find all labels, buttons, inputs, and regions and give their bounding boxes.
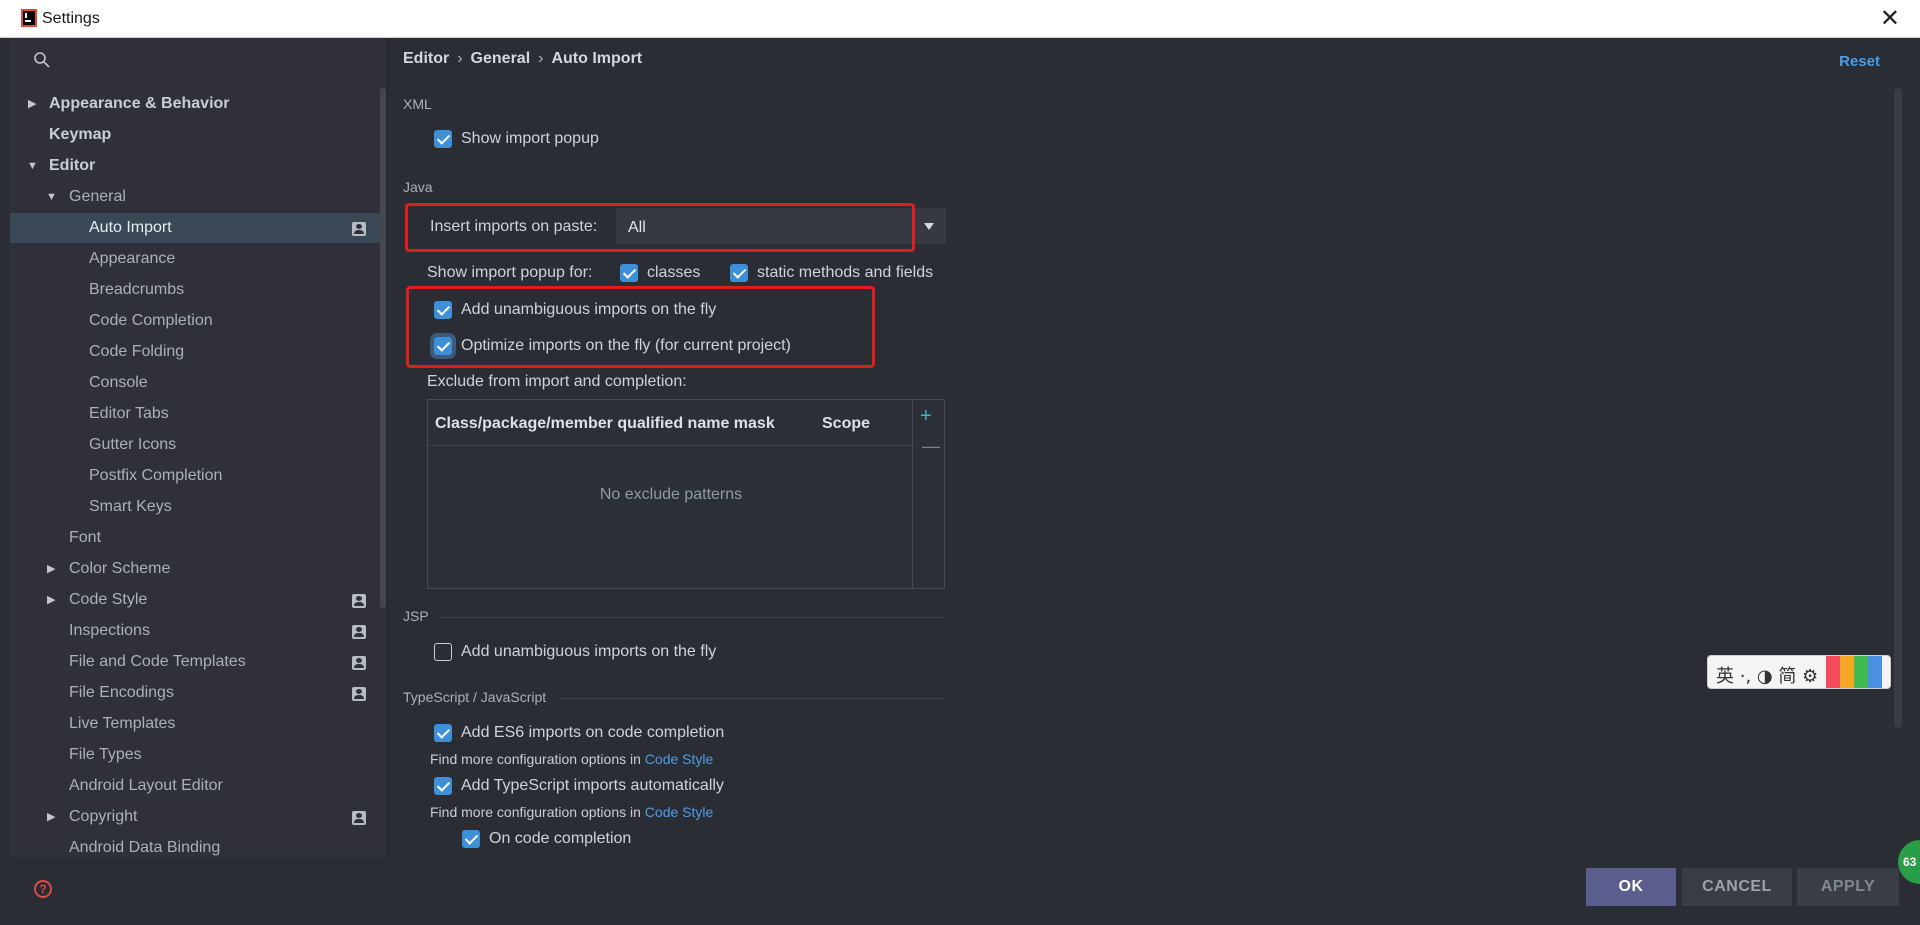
project-scope-icon	[352, 222, 366, 236]
section-divider	[439, 617, 945, 618]
section-xml: XML	[403, 96, 432, 112]
sidebar-item-keymap[interactable]: Keymap	[10, 120, 380, 150]
sidebar-item-postfix-completion[interactable]: Postfix Completion	[10, 461, 380, 491]
sidebar-item-code-style[interactable]: ▶ Code Style	[10, 585, 380, 615]
project-scope-icon	[352, 625, 366, 639]
show-popup-for-label: Show import popup for:	[427, 264, 593, 281]
sidebar-item-code-completion[interactable]: Code Completion	[10, 306, 380, 336]
sidebar-item-appearance-behavior[interactable]: ▶ Appearance & Behavior	[10, 89, 380, 119]
code-style-link[interactable]: Code Style	[645, 751, 713, 767]
sidebar-item-file-types[interactable]: File Types	[10, 740, 380, 770]
add-icon[interactable]: +	[920, 405, 932, 428]
checkbox-checked-icon	[434, 777, 452, 795]
dialog-button-bar: ? OK CANCEL APPLY	[10, 858, 1920, 918]
sidebar-item-smart-keys[interactable]: Smart Keys	[10, 492, 380, 522]
section-java: Java	[403, 179, 433, 195]
code-style-link[interactable]: Code Style	[645, 804, 713, 820]
sidebar-item-editor[interactable]: ▼ Editor	[10, 151, 380, 181]
column-header-scope[interactable]: Scope	[822, 415, 870, 433]
find-more-hint-2: Find more configuration options in Code …	[430, 804, 714, 820]
chevron-right-icon: ▶	[28, 98, 37, 110]
table-header: Class/package/member qualified name mask…	[428, 400, 914, 446]
section-divider	[562, 698, 945, 699]
sidebar-item-font[interactable]: Font	[10, 523, 380, 553]
ok-button[interactable]: OK	[1586, 868, 1676, 906]
chevron-right-icon: ▶	[47, 811, 56, 823]
ime-color-stripes	[1826, 656, 1882, 688]
settings-sidebar: ▶ Appearance & Behavior Keymap ▼ Editor …	[10, 38, 388, 858]
ime-toolbar[interactable]: 英 ·, ◑ 简 ⚙	[1707, 655, 1891, 689]
checkbox-checked-icon	[434, 130, 452, 148]
table-toolbar: + —	[912, 400, 944, 588]
section-typescript-javascript: TypeScript / JavaScript	[403, 689, 547, 705]
auto-import-settings-panel: Editor › General › Auto Import Reset XML Sho…	[389, 38, 1920, 858]
static-methods-checkbox[interactable]: static methods and fields	[730, 264, 933, 282]
exclude-label: Exclude from import and completion:	[427, 373, 687, 390]
cancel-button[interactable]: CANCEL	[1682, 868, 1792, 906]
help-icon[interactable]: ?	[34, 880, 52, 898]
main-scrollbar[interactable]	[1894, 88, 1902, 728]
checkbox-checked-icon	[434, 724, 452, 742]
sidebar-item-inspections[interactable]: Inspections	[10, 616, 380, 646]
sidebar-item-file-encodings[interactable]: File Encodings	[10, 678, 380, 708]
project-scope-icon	[352, 687, 366, 701]
remove-icon[interactable]: —	[922, 436, 940, 457]
sidebar-item-editor-tabs[interactable]: Editor Tabs	[10, 399, 380, 429]
dropdown-arrow-icon	[924, 223, 934, 230]
find-more-hint-1: Find more configuration options in Code …	[430, 751, 714, 767]
highlight-box-insert-imports	[405, 203, 915, 252]
title-bar: Settings ✕	[0, 0, 1920, 38]
project-scope-icon	[352, 811, 366, 825]
window-title: Settings	[42, 10, 100, 27]
chevron-down-icon: ▼	[46, 191, 57, 203]
on-code-completion-checkbox[interactable]: On code completion	[462, 830, 631, 848]
sidebar-item-file-code-templates[interactable]: File and Code Templates	[10, 647, 380, 677]
close-icon[interactable]: ✕	[1880, 4, 1900, 33]
breadcrumb-general: General	[470, 50, 531, 67]
highlight-box-fly-imports	[406, 286, 875, 368]
breadcrumb-auto-import: Auto Import	[551, 50, 643, 67]
sidebar-item-general[interactable]: ▼ General	[10, 182, 380, 212]
checkbox-checked-icon	[730, 264, 748, 282]
section-jsp: JSP	[403, 608, 429, 624]
exclude-patterns-table: Class/package/member qualified name mask…	[427, 399, 945, 589]
sidebar-item-breadcrumbs[interactable]: Breadcrumbs	[10, 275, 380, 305]
sidebar-item-auto-import[interactable]: Auto Import	[10, 213, 380, 243]
breadcrumb: Editor › General › Auto Import	[403, 50, 643, 67]
checkbox-unchecked-icon	[434, 643, 452, 661]
sidebar-item-gutter-icons[interactable]: Gutter Icons	[10, 430, 380, 460]
classes-checkbox[interactable]: classes	[620, 264, 700, 282]
sidebar-item-code-folding[interactable]: Code Folding	[10, 337, 380, 367]
breadcrumb-editor: Editor	[403, 50, 450, 67]
sidebar-item-android-layout-editor[interactable]: Android Layout Editor	[10, 771, 380, 801]
chevron-right-icon: ▶	[47, 563, 56, 575]
add-es6-imports-checkbox[interactable]: Add ES6 imports on code completion	[434, 724, 724, 742]
show-import-popup-xml-checkbox[interactable]: Show import popup	[434, 130, 599, 148]
checkbox-checked-icon	[620, 264, 638, 282]
search-icon[interactable]	[32, 50, 52, 70]
sidebar-scrollbar[interactable]	[380, 88, 386, 608]
checkbox-checked-icon	[462, 830, 480, 848]
column-header-mask[interactable]: Class/package/member qualified name mask	[435, 415, 775, 433]
empty-table-message: No exclude patterns	[599, 486, 743, 503]
intellij-app-icon	[21, 9, 37, 27]
sidebar-item-color-scheme[interactable]: ▶ Color Scheme	[10, 554, 380, 584]
reset-link[interactable]: Reset	[1839, 53, 1880, 70]
project-scope-icon	[352, 594, 366, 608]
sidebar-item-copyright[interactable]: ▶ Copyright	[10, 802, 380, 832]
add-typescript-imports-checkbox[interactable]: Add TypeScript imports automatically	[434, 777, 724, 795]
sidebar-item-live-templates[interactable]: Live Templates	[10, 709, 380, 739]
chevron-right-icon: ▶	[47, 594, 56, 606]
chevron-down-icon: ▼	[27, 160, 38, 172]
apply-button[interactable]: APPLY	[1797, 868, 1899, 906]
sidebar-item-console[interactable]: Console	[10, 368, 380, 398]
sidebar-item-appearance[interactable]: Appearance	[10, 244, 380, 274]
add-unambiguous-jsp-checkbox[interactable]: Add unambiguous imports on the fly	[434, 643, 716, 661]
project-scope-icon	[352, 656, 366, 670]
